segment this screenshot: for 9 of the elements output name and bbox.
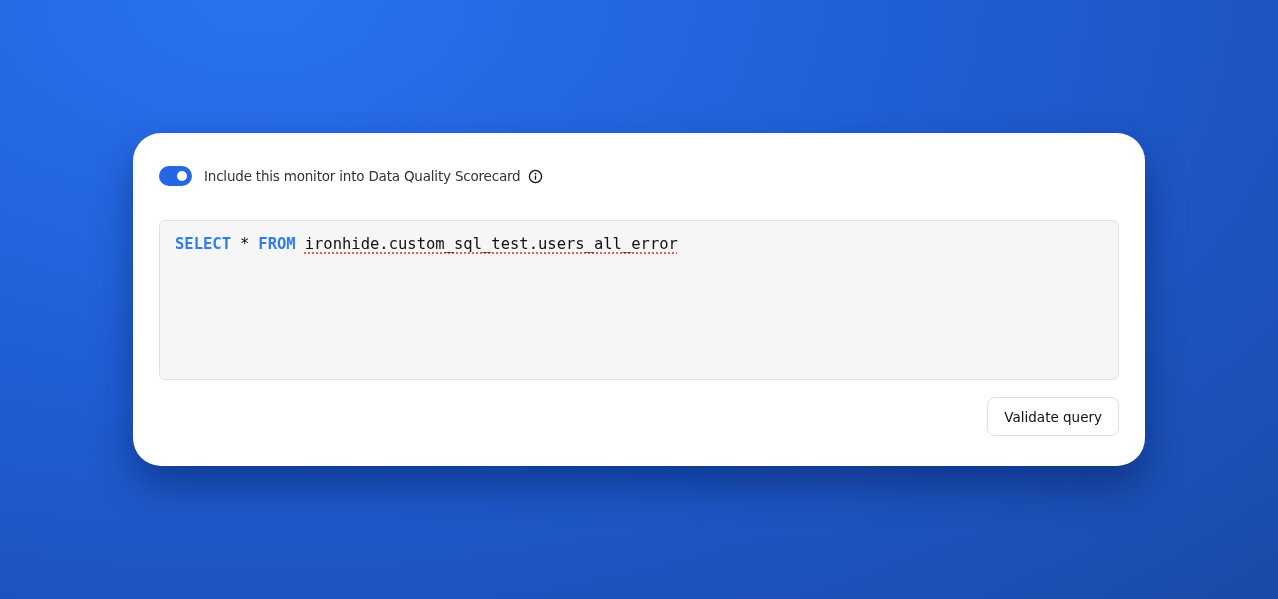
validate-query-button[interactable]: Validate query <box>987 397 1119 436</box>
sql-keyword: SELECT <box>175 235 231 253</box>
sql-operator: * <box>240 235 250 253</box>
info-icon[interactable] <box>528 168 544 184</box>
scorecard-toggle[interactable] <box>159 166 192 186</box>
query-editor[interactable]: SELECT * FROM ironhide.custom_sql_test.users_all_error <box>159 220 1119 380</box>
table-name: ironhide.custom_sql_test.users_all_error <box>304 235 678 253</box>
toggle-label: Include this monitor into Data Quality Scorecard <box>204 168 521 184</box>
sql-keyword: FROM <box>258 235 296 253</box>
